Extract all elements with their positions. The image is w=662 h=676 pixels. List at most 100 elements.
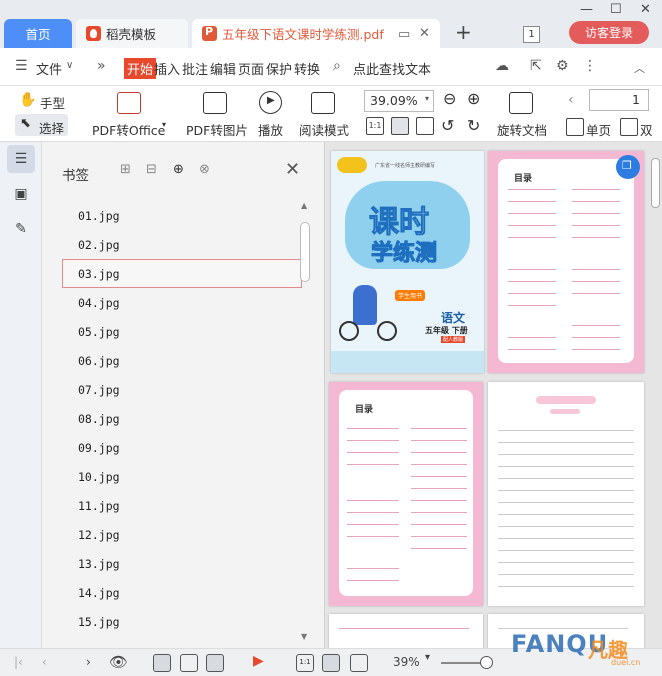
- double-view-icon[interactable]: [206, 654, 224, 672]
- maximize-icon[interactable]: ☐: [610, 2, 622, 17]
- fit-width-icon[interactable]: [416, 117, 434, 135]
- scroll-up-icon[interactable]: ▲: [301, 201, 307, 210]
- menu-file[interactable]: 文件: [36, 59, 62, 78]
- hand-tool-label[interactable]: 手型: [40, 93, 65, 112]
- fit-page-icon[interactable]: [391, 117, 409, 135]
- first-page-icon[interactable]: |‹: [14, 655, 23, 669]
- tab-screen-icon[interactable]: ▭: [398, 27, 410, 42]
- bookmark-item[interactable]: 06.jpg: [62, 346, 302, 375]
- bookmark-item[interactable]: 02.jpg: [62, 230, 302, 259]
- page-number-input[interactable]: 1: [589, 89, 649, 111]
- pdf-to-office-button[interactable]: PDF转Office: [92, 120, 165, 139]
- bookmark-item[interactable]: 14.jpg: [62, 578, 302, 607]
- fullscreen-status-icon[interactable]: [350, 654, 368, 672]
- chevron-right-double-icon[interactable]: »: [97, 58, 106, 74]
- add-bookmark-icon[interactable]: ⊕: [173, 162, 184, 177]
- bookmark-item[interactable]: 01.jpg: [62, 201, 302, 230]
- search-icon[interactable]: ⌕: [333, 58, 341, 74]
- bookmark-item[interactable]: 10.jpg: [62, 462, 302, 491]
- zoom-out-icon[interactable]: ⊖: [443, 89, 456, 108]
- page-toc-2[interactable]: 目录: [329, 382, 483, 606]
- minimize-icon[interactable]: —: [580, 2, 593, 17]
- pdf-to-image-button[interactable]: PDF转图片: [186, 120, 248, 139]
- chevron-down-icon[interactable]: ∨: [66, 60, 73, 71]
- menu-insert[interactable]: 插入: [154, 59, 180, 78]
- search-text[interactable]: 点此查找文本: [353, 59, 431, 78]
- fit-status-icon[interactable]: [322, 654, 340, 672]
- page-next-left[interactable]: [329, 614, 483, 648]
- menu-edit[interactable]: 编辑: [210, 59, 236, 78]
- bookmark-item[interactable]: 11.jpg: [62, 491, 302, 520]
- prev-page-icon[interactable]: ‹: [568, 92, 574, 108]
- page-toc-1[interactable]: 目录 ❐: [488, 151, 644, 373]
- tab-home[interactable]: 首页: [4, 19, 72, 48]
- actual-size-status-icon[interactable]: 1:1: [296, 654, 314, 672]
- page-lesson-1[interactable]: [488, 382, 644, 606]
- play-status-icon[interactable]: ▶: [253, 653, 264, 669]
- annotation-panel-button[interactable]: ✎: [7, 215, 35, 243]
- bookmark-item[interactable]: 08.jpg: [62, 404, 302, 433]
- bookmark-item[interactable]: 07.jpg: [62, 375, 302, 404]
- zoom-status-dropdown-icon[interactable]: ▾: [425, 652, 430, 663]
- page-cover[interactable]: 广东省一线名师主教研编写 课时 学练测 学生用书 语文 五年级 下册 配人教版: [331, 151, 484, 373]
- cloud-icon[interactable]: ☁: [495, 58, 509, 74]
- continuous-view-icon[interactable]: [153, 654, 171, 672]
- zoom-select[interactable]: 39.09% ▾: [364, 90, 434, 112]
- expand-all-icon[interactable]: ⊞: [120, 162, 131, 177]
- actual-size-icon[interactable]: 1:1: [366, 117, 384, 135]
- share-icon[interactable]: ⇱: [530, 58, 542, 74]
- double-page-button[interactable]: 双: [640, 120, 653, 139]
- menu-comment[interactable]: 批注: [182, 59, 208, 78]
- window-count-badge[interactable]: 1: [523, 26, 540, 43]
- single-page-button[interactable]: 单页: [586, 120, 611, 139]
- collapse-all-icon[interactable]: ⊟: [146, 162, 157, 177]
- toc-1-col2-rule-11: [572, 349, 620, 350]
- float-action-icon[interactable]: ❐: [616, 155, 640, 179]
- bookmark-item[interactable]: 15.jpg: [62, 607, 302, 636]
- visitor-login-button[interactable]: 访客登录: [569, 21, 649, 44]
- document-scroll-thumb[interactable]: [651, 158, 660, 208]
- delete-bookmark-icon[interactable]: ⊗: [199, 162, 210, 177]
- document-view[interactable]: 广东省一线名师主教研编写 课时 学练测 学生用书 语文 五年级 下册 配人教版 …: [325, 142, 662, 648]
- document-scrollbar[interactable]: [651, 158, 660, 628]
- collapse-up-icon[interactable]: ︿: [634, 60, 645, 76]
- status-zoom[interactable]: 39%: [393, 655, 420, 669]
- menu-protect[interactable]: 保护: [266, 59, 292, 78]
- play-button[interactable]: 播放: [258, 120, 283, 139]
- pdf-to-office-dropdown-icon[interactable]: ▾: [162, 120, 166, 129]
- eye-icon[interactable]: 👁: [109, 653, 128, 671]
- read-mode-button[interactable]: 阅读模式: [299, 120, 349, 139]
- prev-page-nav-icon[interactable]: ‹: [42, 655, 47, 669]
- zoom-in-icon[interactable]: ⊕: [467, 89, 480, 108]
- hamburger-icon[interactable]: ☰: [15, 58, 28, 74]
- panel-close-icon[interactable]: ✕: [285, 159, 300, 180]
- bookmark-item[interactable]: 09.jpg: [62, 433, 302, 462]
- bookmark-item[interactable]: 04.jpg: [62, 288, 302, 317]
- zoom-slider-knob[interactable]: [480, 656, 493, 669]
- next-page-nav-icon[interactable]: ›: [86, 655, 91, 669]
- rotate-left-icon[interactable]: ↺: [441, 116, 454, 135]
- menu-convert[interactable]: 转换: [294, 59, 320, 78]
- rotate-right-icon[interactable]: ↻: [467, 116, 480, 135]
- bookmark-panel-button[interactable]: ☰: [7, 145, 35, 173]
- bookmark-scrollbar[interactable]: ▲ ▼: [300, 201, 310, 641]
- single-view-icon[interactable]: [180, 654, 198, 672]
- toc-1-title: 目录: [514, 174, 533, 184]
- bookmark-item[interactable]: 05.jpg: [62, 317, 302, 346]
- thumbnail-panel-button[interactable]: ▣: [7, 180, 35, 208]
- menu-start[interactable]: 开始: [124, 58, 157, 79]
- tab-close-icon[interactable]: ✕: [419, 26, 430, 41]
- add-tab-icon[interactable]: +: [455, 20, 472, 44]
- window-close-icon[interactable]: ✕: [640, 2, 651, 17]
- rotate-doc-button[interactable]: 旋转文档: [497, 120, 547, 139]
- menu-page[interactable]: 页面: [238, 59, 264, 78]
- more-icon[interactable]: ⋮: [583, 58, 597, 74]
- bookmark-item[interactable]: 13.jpg: [62, 549, 302, 578]
- bookmark-item[interactable]: 03.jpg: [62, 259, 302, 288]
- bookmark-item[interactable]: 12.jpg: [62, 520, 302, 549]
- gear-icon[interactable]: ⚙: [556, 58, 569, 74]
- tab-templates[interactable]: 稻壳模板: [76, 19, 188, 48]
- select-tool-button[interactable]: ⬉ 选择: [15, 114, 68, 136]
- bookmark-scroll-thumb[interactable]: [300, 222, 310, 282]
- scroll-down-icon[interactable]: ▼: [301, 632, 307, 641]
